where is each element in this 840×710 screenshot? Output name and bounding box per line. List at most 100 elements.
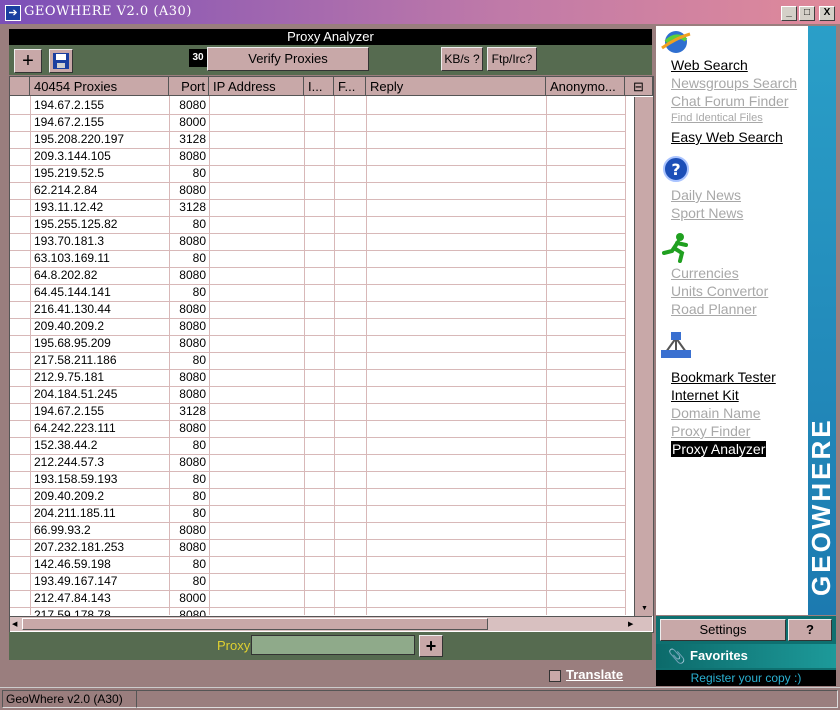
brand-logo-text: GEOWHERE xyxy=(806,417,836,596)
sidebar-item-daily-news[interactable]: Daily News xyxy=(671,187,741,203)
column-header-port[interactable]: Port xyxy=(169,77,209,96)
sidebar-item-road-planner[interactable]: Road Planner xyxy=(671,301,757,317)
sidebar-item-bookmark-tester[interactable]: Bookmark Tester xyxy=(671,369,776,385)
ftp-irc-check-button[interactable]: Ftp/Irc? xyxy=(487,47,537,71)
kbs-check-button[interactable]: KB/s ? xyxy=(441,47,483,71)
close-button[interactable]: X xyxy=(819,6,835,21)
sidebar-item-domain-name[interactable]: Domain Name xyxy=(671,405,760,421)
help-question-icon: ? xyxy=(663,156,689,182)
table-row[interactable]: 209.40.209.2 8080 xyxy=(10,318,625,336)
proxy-port-cell: 80 xyxy=(192,217,206,231)
table-row[interactable]: 195.255.125.82 80 xyxy=(10,216,625,234)
column-header-reply[interactable]: Reply xyxy=(366,77,546,96)
app-arrow-icon[interactable]: ➔ xyxy=(5,5,21,21)
proxy-port-cell: 80 xyxy=(192,557,206,571)
table-row[interactable]: 64.45.144.141 80 xyxy=(10,284,625,302)
table-row[interactable]: 194.67.2.155 8080 xyxy=(10,97,625,115)
help-button[interactable]: ? xyxy=(788,619,832,641)
table-row[interactable]: 193.49.167.147 80 xyxy=(10,573,625,591)
translate-label[interactable]: Translate xyxy=(566,667,623,682)
table-row[interactable]: 195.208.220.197 3128 xyxy=(10,131,625,149)
table-row[interactable]: 63.103.169.11 80 xyxy=(10,250,625,268)
table-row[interactable]: 193.70.181.3 8080 xyxy=(10,233,625,251)
table-row[interactable]: 217.58.211.186 80 xyxy=(10,352,625,370)
column-header-select[interactable] xyxy=(10,77,30,96)
scroll-down-arrow-icon[interactable]: ▼ xyxy=(641,605,648,613)
table-row[interactable]: 204.184.51.245 8080 xyxy=(10,386,625,404)
column-header-i[interactable]: I... xyxy=(304,77,334,96)
table-row[interactable]: 217.59.178.78 8080 xyxy=(10,607,625,616)
proxy-host-cell: 194.67.2.155 xyxy=(34,404,105,418)
table-row[interactable]: 193.11.12.42 3128 xyxy=(10,199,625,217)
maximize-button[interactable]: □ xyxy=(799,6,815,21)
proxy-port-cell: 80 xyxy=(192,574,206,588)
proxy-port-cell: 8080 xyxy=(179,421,206,435)
status-text: GeoWhere v2.0 (A30) xyxy=(2,690,137,708)
table-row[interactable]: 142.46.59.198 80 xyxy=(10,556,625,574)
table-row[interactable]: 209.40.209.2 80 xyxy=(10,488,625,506)
table-row[interactable]: 195.219.52.5 80 xyxy=(10,165,625,183)
register-link[interactable]: Register your copy :) xyxy=(656,670,836,686)
column-header-ip-address[interactable]: IP Address xyxy=(209,77,304,96)
table-row[interactable]: 207.232.181.253 8080 xyxy=(10,539,625,557)
sidebar-item-sport-news[interactable]: Sport News xyxy=(671,205,743,221)
table-row[interactable]: 195.68.95.209 8080 xyxy=(10,335,625,353)
verify-proxies-button[interactable]: Verify Proxies xyxy=(207,47,369,71)
sidebar-item-chat-forum-finder[interactable]: Chat Forum Finder xyxy=(671,93,788,109)
table-row[interactable]: 193.158.59.193 80 xyxy=(10,471,625,489)
table-row[interactable]: 62.214.2.84 8080 xyxy=(10,182,625,200)
sidebar-item-newsgroups-search[interactable]: Newsgroups Search xyxy=(671,75,797,91)
table-row[interactable]: 212.47.84.143 8000 xyxy=(10,590,625,608)
sidebar-item-currencies[interactable]: Currencies xyxy=(671,265,739,281)
proxy-host-cell: 64.45.144.141 xyxy=(34,285,111,299)
table-row[interactable]: 209.3.144.105 8080 xyxy=(10,148,625,166)
analyzer-toolbar: + 30 Verify Proxies KB/s ? Ftp/Irc? xyxy=(9,45,652,75)
save-button[interactable] xyxy=(49,49,73,73)
table-row[interactable]: 152.38.44.2 80 xyxy=(10,437,625,455)
table-row[interactable]: 64.242.223.111 8080 xyxy=(10,420,625,438)
proxy-input[interactable] xyxy=(251,635,415,655)
proxy-host-cell: 195.219.52.5 xyxy=(34,166,105,180)
table-row[interactable]: 212.9.75.181 8080 xyxy=(10,369,625,387)
column-header-anonymous[interactable]: Anonymo... xyxy=(546,77,625,96)
add-proxy-button[interactable]: + xyxy=(419,635,443,657)
settings-button[interactable]: Settings xyxy=(660,619,786,641)
proxy-host-cell: 195.208.220.197 xyxy=(34,132,125,146)
proxy-host-cell: 193.158.59.193 xyxy=(34,472,118,486)
sidebar-item-web-search[interactable]: Web Search xyxy=(671,57,748,73)
scroll-right-arrow-icon[interactable]: ▶ xyxy=(628,620,633,628)
column-header-proxies[interactable]: 40454 Proxies xyxy=(30,77,169,96)
table-row[interactable]: 212.244.57.3 8080 xyxy=(10,454,625,472)
sidebar-item-easy-web-search[interactable]: Easy Web Search xyxy=(671,129,783,145)
minimize-button[interactable]: _ xyxy=(781,6,797,21)
table-row[interactable]: 194.67.2.155 3128 xyxy=(10,403,625,421)
proxy-port-cell: 8080 xyxy=(179,268,206,282)
add-button[interactable]: + xyxy=(14,49,42,73)
table-row[interactable]: 216.41.130.44 8080 xyxy=(10,301,625,319)
translate-checkbox[interactable] xyxy=(549,670,561,682)
sidebar-item-units-convertor[interactable]: Units Convertor xyxy=(671,283,768,299)
scroll-left-arrow-icon[interactable]: ◀ xyxy=(12,620,17,628)
column-chooser-button[interactable]: ⊟ xyxy=(625,77,653,96)
table-row[interactable]: 66.99.93.2 8080 xyxy=(10,522,625,540)
proxy-host-cell: 193.49.167.147 xyxy=(34,574,118,588)
proxy-host-cell: 64.8.202.82 xyxy=(34,268,98,282)
sidebar-item-internet-kit[interactable]: Internet Kit xyxy=(671,387,739,403)
proxy-port-cell: 80 xyxy=(192,251,206,265)
thread-count-badge[interactable]: 30 xyxy=(189,49,207,67)
horizontal-scroll-thumb[interactable] xyxy=(22,618,488,630)
sidebar-item-proxy-analyzer[interactable]: Proxy Analyzer xyxy=(671,441,767,457)
proxy-host-cell: 204.184.51.245 xyxy=(34,387,118,401)
sidebar-item-proxy-finder[interactable]: Proxy Finder xyxy=(671,423,750,439)
table-row[interactable]: 204.211.185.11 80 xyxy=(10,505,625,523)
vertical-scrollbar[interactable]: ▼ xyxy=(634,97,653,616)
table-row[interactable]: 194.67.2.155 8000 xyxy=(10,114,625,132)
favorites-bar[interactable]: 📎 Favorites xyxy=(656,644,836,668)
network-icon xyxy=(661,332,691,358)
horizontal-scrollbar[interactable]: ◀ ▶ xyxy=(10,616,652,631)
column-header-f[interactable]: F... xyxy=(334,77,366,96)
proxy-table[interactable]: 40454 Proxies Port IP Address I... F... … xyxy=(9,76,654,633)
table-row[interactable]: 64.8.202.82 8080 xyxy=(10,267,625,285)
sidebar-item-find-identical-files[interactable]: Find Identical Files xyxy=(671,112,763,124)
proxy-host-cell: 193.70.181.3 xyxy=(34,234,105,248)
